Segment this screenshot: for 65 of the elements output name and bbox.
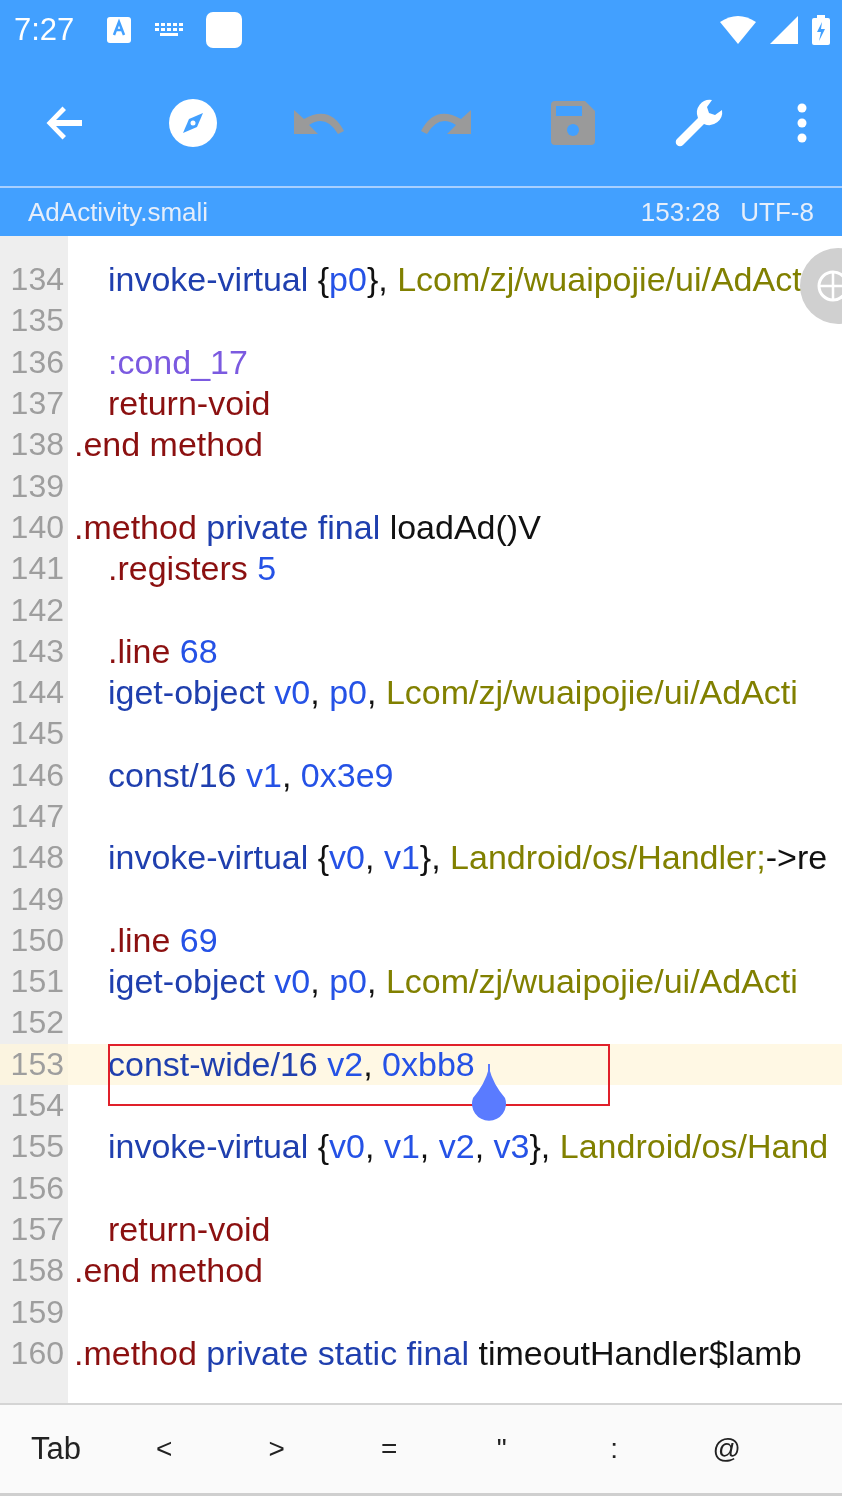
line-number: 137: [9, 385, 64, 423]
line-number: 146: [9, 756, 64, 794]
line-number: 140: [9, 508, 64, 546]
line-number: 150: [9, 921, 64, 959]
line-number: 134: [9, 261, 64, 299]
code-line: const/16 v1, 0x3e9: [108, 755, 394, 795]
line-number: 157: [9, 1210, 64, 1248]
symbol-key[interactable]: <: [108, 1423, 221, 1475]
line-number: 138: [9, 426, 64, 464]
symbol-key[interactable]: Tab: [4, 1421, 108, 1477]
wifi-icon: [720, 16, 756, 44]
code-line: .registers 5: [108, 549, 277, 589]
code-line: return-void: [108, 384, 271, 424]
line-number: 155: [9, 1128, 64, 1166]
code-line: :cond_17: [108, 342, 248, 382]
cursor-position: 153:28: [640, 196, 721, 228]
code-line: const-wide/16 v2, 0xbb8: [108, 1044, 475, 1084]
symbol-key[interactable]: >: [220, 1423, 333, 1475]
code-line: .end method: [74, 425, 264, 465]
line-number: 154: [9, 1087, 64, 1125]
translate-icon: [106, 16, 133, 44]
line-number: 160: [9, 1334, 64, 1372]
code-line: invoke-virtual {p0}, Lcom/zj/wuaipojie/ui/AdAct: [108, 260, 802, 300]
code-line: invoke-virtual {v0, v1}, Landroid/os/Handler;->re: [108, 838, 828, 878]
line-number: 142: [9, 591, 64, 629]
wrench-icon: [674, 98, 725, 148]
symbol-key[interactable]: :: [558, 1423, 671, 1475]
line-number: 156: [9, 1169, 64, 1207]
line-number: 149: [9, 880, 64, 918]
line-number: 135: [9, 302, 64, 340]
code-line: invoke-virtual {v0, v1, v2, v3}, Landroid/os/Hand: [108, 1127, 829, 1167]
more-vertical-icon: [795, 103, 808, 143]
line-number: 158: [9, 1252, 64, 1290]
line-number: 145: [9, 715, 64, 753]
line-number: 153: [9, 1045, 64, 1083]
app-icon: [206, 12, 243, 48]
code-line: .method private final loadAd()V: [74, 507, 541, 547]
keyboard-icon: [154, 21, 185, 39]
symbol-key[interactable]: @: [670, 1423, 783, 1475]
battery-charging-icon: [812, 15, 830, 45]
line-number: 139: [9, 467, 64, 505]
code-line: return-void: [108, 1209, 271, 1249]
line-number: 136: [9, 343, 64, 381]
file-name: AdActivity.smali: [28, 196, 209, 228]
line-number: 144: [9, 674, 64, 712]
code-line: .line 69: [108, 920, 218, 960]
encoding-label: UTF-8: [740, 196, 814, 228]
line-number: 148: [9, 839, 64, 877]
clock-time: 7:27: [14, 12, 75, 48]
line-number: 159: [9, 1293, 64, 1331]
symbol-key[interactable]: =: [333, 1423, 446, 1475]
signal-icon: [770, 16, 798, 44]
code-line: .method private static final timeoutHandler$lamb: [74, 1333, 802, 1373]
line-number: 147: [9, 798, 64, 835]
code-line: iget-object v0, p0, Lcom/zj/wuaipojie/ui/AdActi: [108, 673, 798, 713]
code-line: .end method: [74, 1251, 264, 1291]
line-number: 152: [9, 1004, 64, 1042]
code-line: .line 68: [108, 631, 218, 671]
symbol-key[interactable]: ": [445, 1423, 558, 1475]
line-number: 141: [9, 550, 64, 588]
line-number: 143: [9, 632, 64, 670]
code-editor[interactable]: [0, 236, 842, 1403]
line-number: 151: [9, 963, 64, 1001]
compass-icon: [168, 99, 217, 147]
code-line: iget-object v0, p0, Lcom/zj/wuaipojie/ui/AdActi: [108, 962, 798, 1002]
